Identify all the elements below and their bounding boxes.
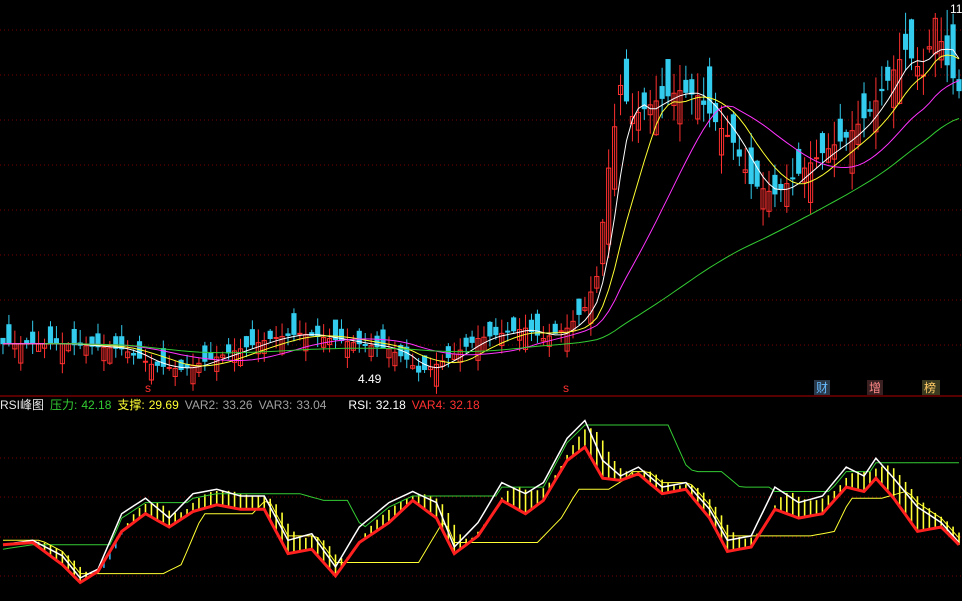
- candle-body: [53, 338, 59, 345]
- candle-body: [748, 147, 754, 185]
- candle-body: [879, 88, 885, 92]
- candle-body: [867, 109, 873, 112]
- candle-body: [796, 148, 802, 174]
- candle-body: [285, 333, 291, 336]
- support-label: 支撑:: [117, 398, 145, 412]
- candle-body: [724, 134, 731, 137]
- candle-body: [267, 330, 273, 340]
- indicator-title: RSI峰图: [0, 398, 45, 412]
- candle-body: [505, 330, 511, 333]
- candle-body: [623, 58, 630, 102]
- candle-body: [0, 337, 6, 345]
- stock-chart: 4.49 11 s s 财 增 榜: [0, 0, 962, 601]
- candle-body: [208, 352, 214, 360]
- low-price-label: 4.49: [358, 372, 382, 386]
- candle-body: [861, 93, 867, 119]
- candle-body: [790, 177, 796, 180]
- candle-body: [362, 344, 368, 347]
- candle-body: [736, 149, 742, 157]
- candle-body: [885, 66, 891, 81]
- candle-body: [154, 361, 160, 366]
- candle-body: [142, 360, 149, 363]
- candle-body: [166, 366, 172, 369]
- candle-body: [944, 35, 950, 66]
- badge-bang[interactable]: 榜: [924, 380, 936, 395]
- var4-value: 32.18: [449, 398, 480, 412]
- candle-body: [47, 326, 54, 345]
- badge-zeng[interactable]: 增: [869, 381, 881, 395]
- var2-value: 33.26: [222, 398, 253, 412]
- candle-body: [552, 323, 558, 334]
- candle-body: [843, 131, 849, 138]
- candle-body: [908, 19, 915, 59]
- candle-body: [445, 346, 451, 358]
- candle-body: [689, 79, 695, 95]
- pressure-label: 压力:: [50, 398, 78, 412]
- pressure-value: 42.18: [81, 398, 112, 412]
- sell-marker-1: s: [145, 381, 151, 395]
- candle-body: [249, 329, 255, 346]
- candle-body: [273, 336, 279, 339]
- candle-body: [511, 317, 517, 332]
- candle-body: [707, 66, 713, 114]
- candle-body: [30, 331, 36, 345]
- candle-body: [778, 183, 784, 190]
- candle-body: [683, 79, 689, 93]
- candle-body: [534, 313, 540, 336]
- candle-body: [226, 344, 232, 354]
- var4-label: VAR4:: [411, 398, 446, 412]
- candle-body: [659, 86, 665, 99]
- candle-body: [469, 336, 475, 343]
- var3-label: VAR3:: [258, 398, 293, 412]
- rsi-label: RSI:: [348, 398, 372, 412]
- candle-body: [178, 359, 184, 371]
- candle-body: [772, 174, 778, 195]
- var2-label: VAR2:: [184, 398, 219, 412]
- var3-value: 33.04: [296, 398, 327, 412]
- indicator-legend: RSI峰图 压力: 42.18 支撑: 29.69 VAR2: 33.26 VAR3: 33.0…: [0, 397, 480, 413]
- candle-body: [837, 118, 843, 142]
- candle-body: [487, 321, 493, 337]
- candle-body: [71, 328, 77, 346]
- sell-marker-2: s: [563, 381, 569, 395]
- candle-body: [131, 352, 137, 356]
- candle-body: [422, 355, 428, 371]
- candle-body: [493, 326, 499, 336]
- candle-body: [6, 324, 12, 345]
- high-price-label: 11: [950, 2, 962, 16]
- candle-body: [463, 337, 469, 347]
- support-value: 29.69: [148, 398, 179, 412]
- candle-body: [291, 313, 297, 335]
- candle-body: [416, 365, 422, 373]
- candle-body: [903, 33, 909, 50]
- rsi-value: 32.18: [375, 398, 406, 412]
- candle-body: [665, 59, 671, 97]
- badge-cai[interactable]: 财: [816, 381, 828, 395]
- candle-body: [813, 157, 820, 160]
- candle-body: [701, 100, 707, 105]
- candle-body: [243, 336, 250, 348]
- candle-body: [819, 133, 826, 154]
- candle-body: [576, 298, 582, 315]
